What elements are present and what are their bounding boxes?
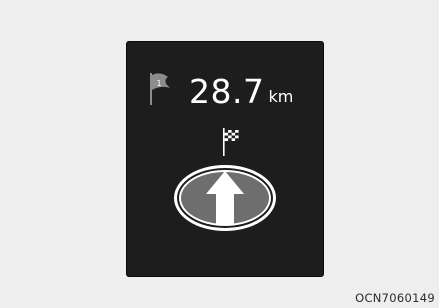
figure-code: OCN7060149 bbox=[355, 291, 435, 305]
distance-value: 28.7 bbox=[189, 72, 265, 111]
cluster-display: 1 28.7 km bbox=[126, 41, 324, 277]
distance-unit: km bbox=[268, 87, 294, 106]
straight-arrow-icon bbox=[174, 165, 276, 231]
waypoint-flag-icon: 1 bbox=[150, 73, 170, 105]
checkered-flag-icon bbox=[223, 128, 239, 156]
distance-readout: 28.7 km bbox=[189, 72, 293, 112]
waypoint-number: 1 bbox=[157, 79, 162, 88]
